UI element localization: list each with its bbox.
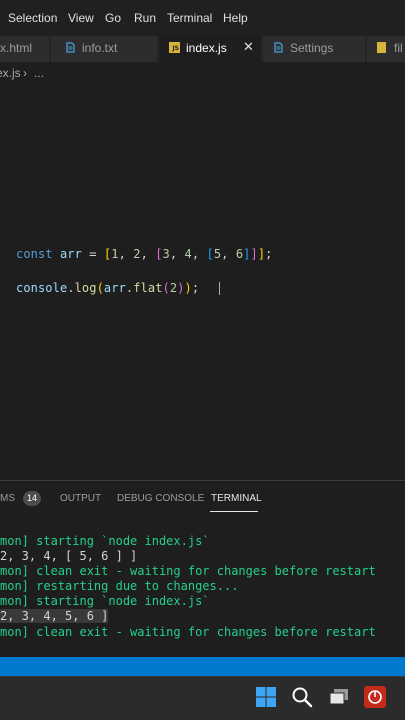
terminal-line: mon] starting `node index.js` [0,534,210,548]
menu-view[interactable]: View [68,11,94,25]
terminal-line: mon] clean exit - waiting for changes be… [0,564,376,578]
active-tab-indicator [210,511,258,512]
search-icon[interactable] [291,686,313,708]
editor-tab-bar: x.html info.txt JS index.js ✕ Settings f… [0,36,405,62]
tab-file[interactable]: fil [367,36,405,62]
menu-terminal[interactable]: Terminal [167,11,212,25]
problems-count-badge: 14 [23,491,41,506]
terminal-line: mon] starting `node index.js` [0,594,210,608]
menu-bar: Selection View Go Run Terminal Help [0,0,405,36]
menu-go[interactable]: Go [105,11,121,25]
tab-label: x.html [0,41,33,55]
code-editor[interactable]: const arr = [1, 2, [3, 4, [5, 6]]]; cons… [0,84,405,480]
js-file-icon: JS [169,42,180,53]
tab-label: index.js [186,41,227,55]
tab-debug-console[interactable]: DEBUG CONSOLE [117,493,204,504]
tab-problems[interactable]: MS [0,493,15,504]
app-icon[interactable] [364,686,386,708]
breadcrumb-separator: › [23,66,27,80]
status-bar [0,657,405,676]
windows-start-icon[interactable] [255,686,277,708]
tab-index-js[interactable]: JS index.js ✕ [159,36,262,62]
terminal-line: mon] clean exit - waiting for changes be… [0,625,376,639]
menu-run[interactable]: Run [134,11,156,25]
tab-info-txt[interactable]: info.txt [51,36,158,62]
close-icon[interactable]: ✕ [243,39,254,55]
file-icon [66,42,75,53]
tab-output[interactable]: OUTPUT [60,493,101,504]
tab-label: info.txt [82,41,118,55]
code-line-1: const arr = [1, 2, [3, 4, [5, 6]]]; [16,247,273,261]
bottom-panel: MS 14 OUTPUT DEBUG CONSOLE TERMINAL mon]… [0,480,405,657]
text-cursor [219,282,221,295]
breadcrumb-symbol[interactable]: ... [34,66,44,80]
js-file-icon [377,42,386,53]
terminal-line: mon] restarting due to changes... [0,579,239,593]
tab-label: Settings [290,41,334,55]
tab-terminal[interactable]: TERMINAL [211,493,262,504]
task-view-icon[interactable] [328,686,350,708]
terminal-line: 2, 3, 4, [ 5, 6 ] ] [0,549,138,563]
tab-settings[interactable]: Settings [263,36,366,62]
windows-taskbar [0,676,405,720]
file-icon [274,42,283,53]
breadcrumb-file[interactable]: ex.js [0,66,21,80]
code-line-2: console.log(arr.flat(2)); [16,281,221,295]
menu-help[interactable]: Help [223,11,248,25]
terminal-line: 2, 3, 4, 5, 6 ] [0,609,109,623]
breadcrumb: ex.js › ... [0,62,405,84]
tab-label: fil [394,41,403,55]
tab-html[interactable]: x.html [0,36,50,62]
menu-selection[interactable]: Selection [8,11,57,25]
